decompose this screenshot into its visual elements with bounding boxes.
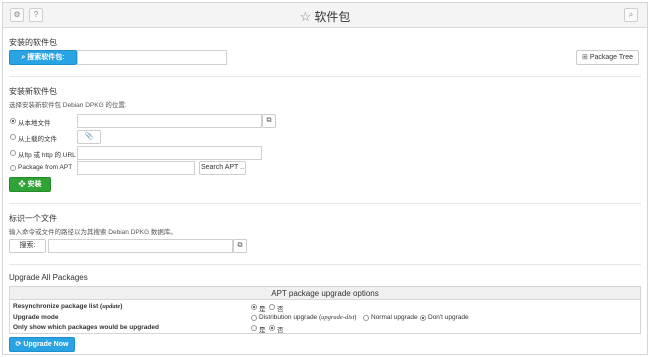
apt-package-input[interactable] [77, 161, 195, 175]
table-row-label: Only show which packages would be upgrad… [13, 324, 159, 331]
apt-upgrade-options-table: APT package upgrade options Resynchroniz… [9, 286, 641, 334]
main-window: ⚙ ? ☆ 软件包 ⌕ 安装的软件包 ⌕ 搜索软件包: ⊞ Package Tre… [2, 2, 648, 355]
search-packages-input[interactable] [77, 50, 227, 65]
radio-apt[interactable] [10, 165, 16, 171]
refresh-icon: ⟳ [15, 341, 22, 348]
option-label: 是 [259, 306, 266, 313]
show-only-no-radio[interactable] [269, 325, 275, 331]
option-label: 是 [259, 327, 266, 334]
star-icon[interactable]: ☆ [300, 9, 312, 24]
table-header: APT package upgrade options [10, 287, 640, 300]
normal-upgrade-radio[interactable] [363, 315, 369, 321]
install-new-hint: 选择安装新软件包 Debian DPKG 的位置: [9, 102, 127, 109]
option-label: 从上载的文件 [18, 136, 57, 143]
file-chooser-button[interactable]: ⧉ [233, 239, 247, 253]
table-row-label: Resynchronize package list (update) [13, 303, 123, 310]
upgrade-now-button[interactable]: ⟳ Upgrade Now [9, 337, 75, 352]
search-packages-button[interactable]: ⌕ 搜索软件包: [9, 50, 77, 65]
option-label: 从本地文件 [18, 120, 51, 127]
install-button[interactable]: ❖ 安装 [9, 177, 51, 192]
option-label: Normal upgrade [371, 314, 418, 321]
option-label: Distribution upgrade (upgrade-dist) [259, 314, 357, 321]
option-label: 从ftp 或 http 的 URL [18, 152, 76, 159]
resync-no-radio[interactable] [269, 304, 275, 310]
local-file-input[interactable] [77, 114, 262, 128]
installed-packages-title: 安装的软件包 [9, 38, 57, 47]
table-row-label: Upgrade mode [13, 314, 59, 321]
show-only-yes-radio[interactable] [251, 325, 257, 331]
tree-icon: ⊞ [581, 54, 588, 61]
copy-icon: ⧉ [237, 242, 243, 249]
search-apt-button[interactable]: Search APT .. [199, 161, 246, 175]
package-tree-button[interactable]: ⊞ Package Tree [576, 50, 639, 65]
identify-search-input[interactable] [48, 239, 233, 253]
page-title: ☆ 软件包 [299, 9, 351, 24]
install-new-title: 安装新软件包 [9, 87, 57, 96]
option-label: Don't upgrade [428, 314, 469, 321]
option-label: 否 [277, 327, 284, 334]
option-label: 否 [277, 306, 284, 313]
resync-yes-radio[interactable] [251, 304, 257, 310]
package-icon: ❖ [18, 181, 26, 188]
search-icon: ⌕ [21, 54, 26, 61]
copy-icon: ⧉ [266, 117, 272, 124]
divider [9, 264, 641, 265]
dist-upgrade-radio[interactable] [251, 315, 257, 321]
divider [9, 203, 641, 204]
file-chooser-button[interactable]: ⧉ [262, 114, 276, 128]
identify-hint: 输入命令或文件的路径以为其搜索 Debian DPKG 数据库。 [9, 229, 177, 236]
upload-file-button[interactable]: 📎 [77, 130, 101, 144]
paperclip-icon: 📎 [84, 133, 94, 140]
divider [9, 76, 641, 77]
url-input[interactable] [77, 146, 262, 160]
radio-local-file[interactable] [10, 118, 16, 124]
title-bar: ⚙ ? ☆ 软件包 ⌕ [3, 3, 647, 28]
search-icon[interactable]: ⌕ [624, 8, 638, 22]
identify-title: 标识一个文件 [9, 214, 57, 223]
dont-upgrade-radio[interactable] [420, 315, 426, 321]
radio-url[interactable] [10, 150, 16, 156]
radio-uploaded-file[interactable] [10, 134, 16, 140]
upgrade-title: Upgrade All Packages [9, 273, 88, 282]
identify-search-label: 搜索: [9, 239, 46, 253]
option-label: Package from APT [18, 164, 73, 171]
